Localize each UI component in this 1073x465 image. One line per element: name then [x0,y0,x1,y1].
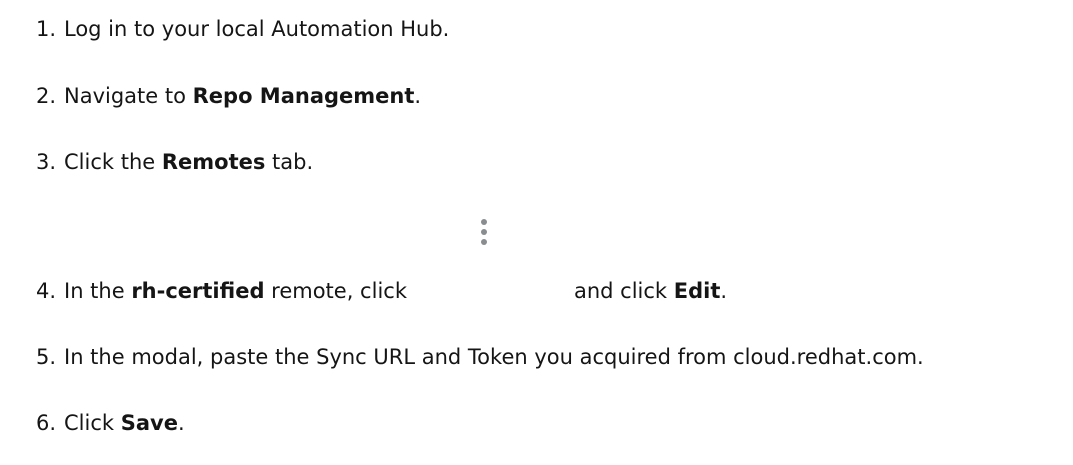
save-label: Save [120,411,178,435]
step-text-end: . [720,279,728,303]
step-number: 6. [36,411,57,435]
kebab-icon-slot [407,219,574,305]
step-text: In the [64,279,132,303]
step-text-after-icon: and click [573,279,674,303]
step-text: Navigate to [64,84,193,108]
step-text: Click [64,411,121,435]
step-1: 1. Log in to your local Automation Hub. [36,15,449,43]
step-number: 4. [36,279,57,303]
rh-certified-label: rh-certified [131,279,265,303]
step-text: Log in to your local Automation Hub. [64,17,450,41]
step-text: Click the [64,150,162,174]
kebab-menu-icon [479,219,489,255]
step-4: 4. In the rh-certified remote, click and c… [36,219,728,305]
step-2: 2. Navigate to Repo Management. [36,82,421,110]
step-6: 6. Click Save. [36,409,185,437]
step-number: 1. [36,17,57,41]
step-number: 5. [36,345,57,369]
step-3: 3. Click the Remotes tab. [36,148,313,176]
step-number: 3. [36,150,57,174]
step-number: 2. [36,84,57,108]
remotes-tab-label: Remotes [161,150,266,174]
step-text-end: tab. [265,150,314,174]
repo-management-label: Repo Management [192,84,415,108]
edit-label: Edit [673,279,721,303]
step-5: 5. In the modal, paste the Sync URL and T… [36,343,924,371]
step-text-end: . [177,411,185,435]
step-text-end: . [414,84,422,108]
step-text: In the modal, paste the Sync URL and Tok… [64,345,924,369]
step-text-middle: remote, click [264,279,407,303]
